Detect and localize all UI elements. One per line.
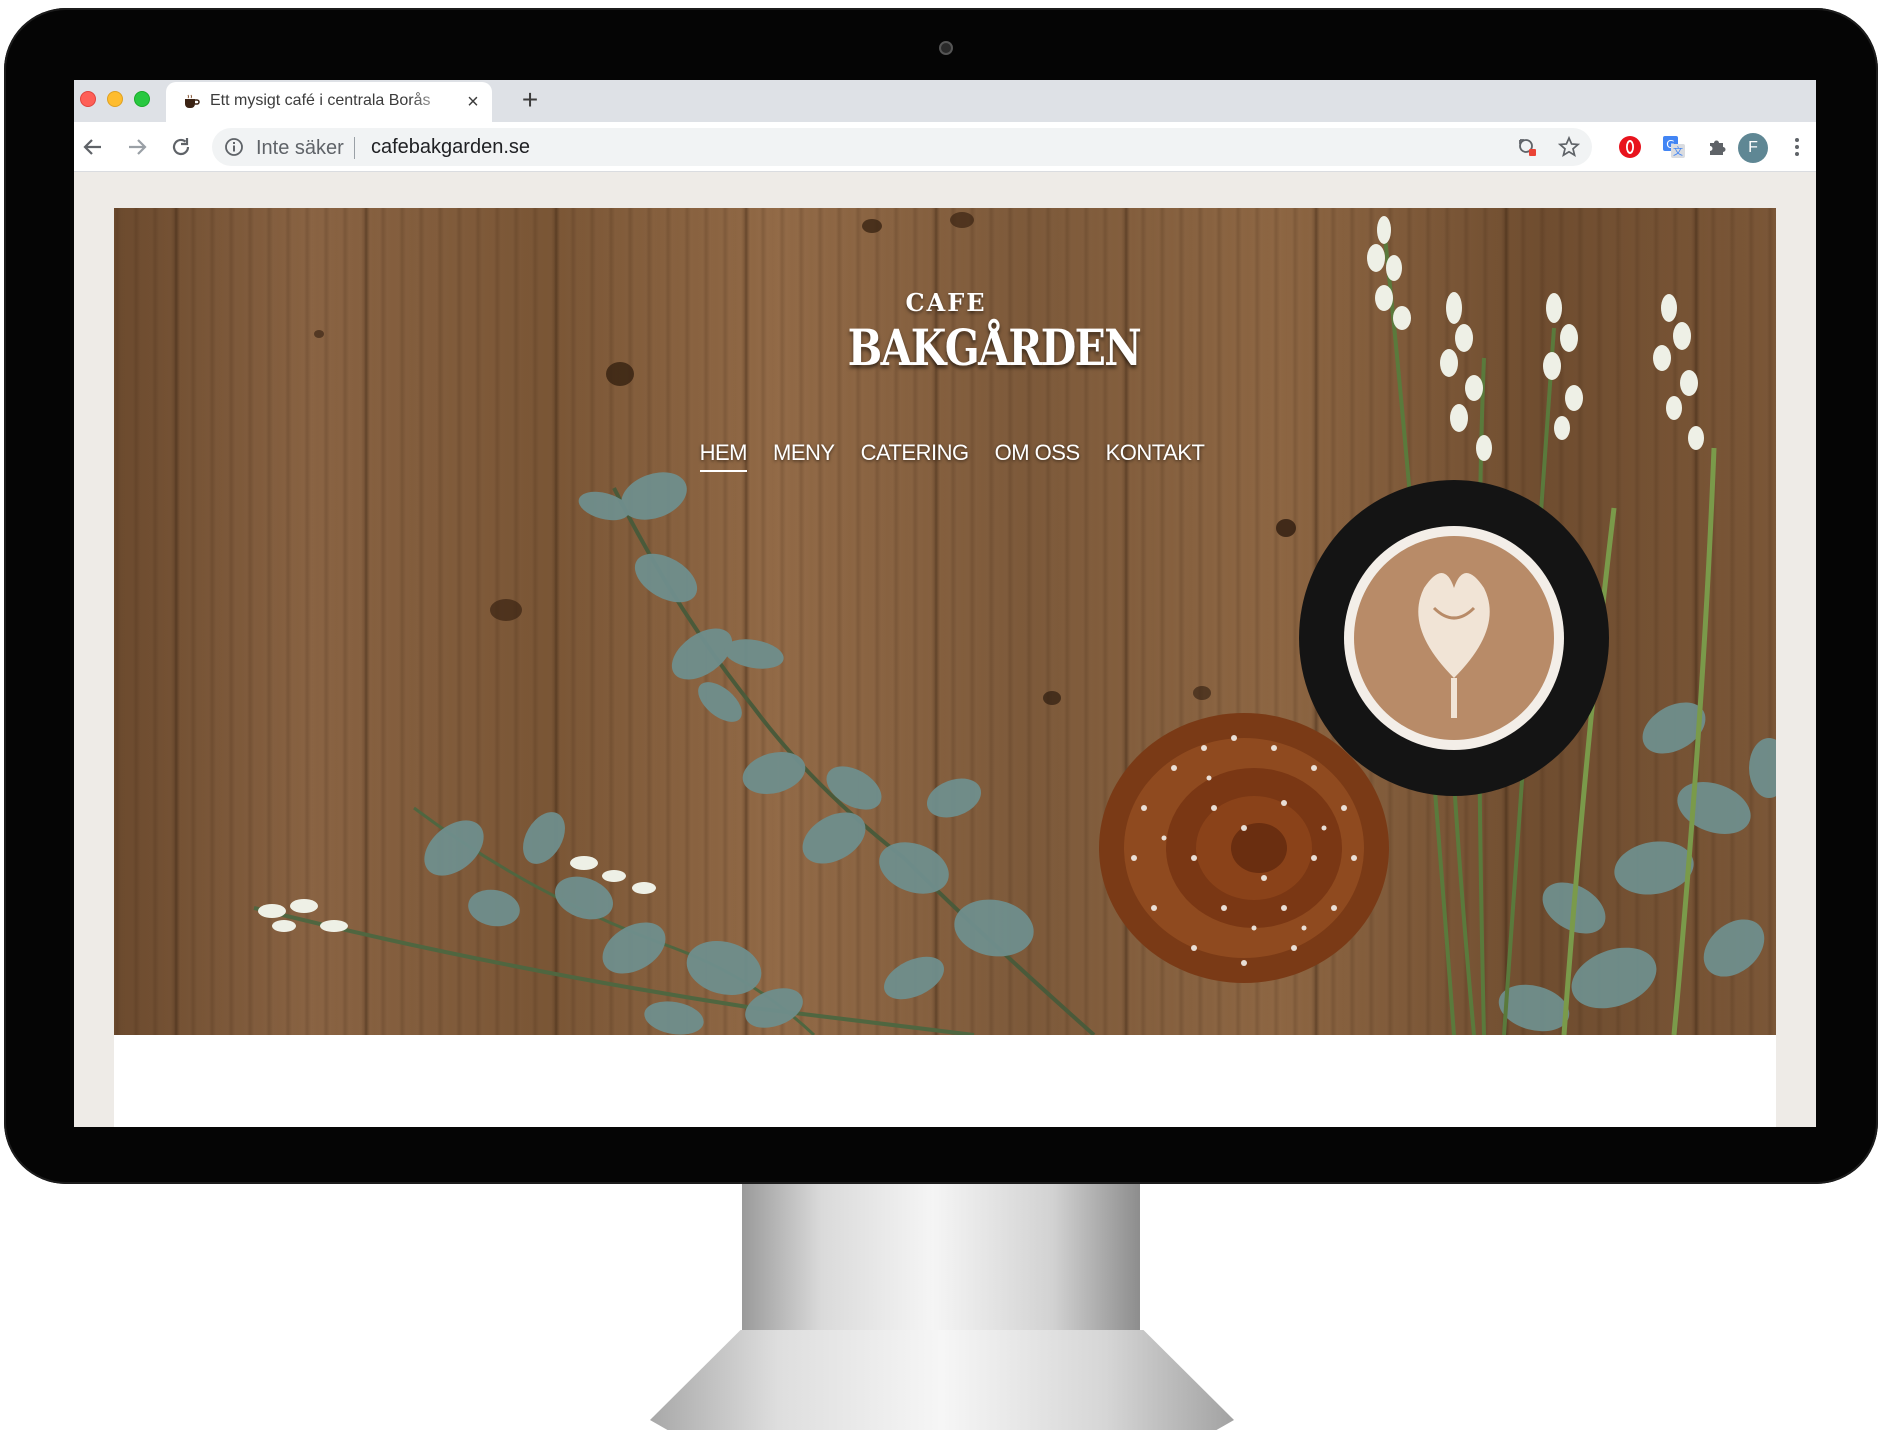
info-icon[interactable] [224,137,244,157]
tab-title: Ett mysigt café i centrala Borås [210,92,431,109]
close-window-button[interactable] [80,91,96,107]
minimize-window-button[interactable] [107,91,123,107]
maximize-window-button[interactable] [134,91,150,107]
browser-window: Ett mysigt café i centrala Borås × + Int… [74,80,1816,1127]
nav-item-catering[interactable]: CATERING [861,440,970,472]
content-area [114,1035,1776,1127]
nav-item-meny[interactable]: MENY [773,440,835,472]
omnibox-separator [354,137,355,159]
tab-close-icon[interactable]: × [462,91,484,113]
site-navigation: HEM MENY CATERING OM OSS KONTAKT [114,440,1776,472]
reload-button[interactable] [168,134,194,160]
nav-item-om-oss[interactable]: OM OSS [995,440,1081,472]
nav-item-hem[interactable]: HEM [699,440,748,472]
kebab-menu-icon[interactable] [1792,135,1802,159]
opera-extension-icon[interactable] [1618,135,1642,159]
browser-toolbar: Inte säker cafebakgarden.se G 文 F [74,122,1816,172]
arrow-right-icon [129,139,147,155]
coffee-cup-icon [185,94,200,108]
arrow-left-icon [83,139,101,155]
tab-strip: Ett mysigt café i centrala Borås × + [74,80,1816,122]
monitor-bezel: Ett mysigt café i centrala Borås × + Int… [4,8,1878,1184]
svg-text:文: 文 [1673,145,1683,158]
star-icon[interactable] [1558,136,1580,158]
google-lens-icon[interactable] [1516,136,1538,158]
nav-item-kontakt[interactable]: KONTAKT [1106,440,1205,472]
page-viewport: CAFE BAKGÅRDEN HEM MENY CATERING OM OSS … [74,172,1816,1127]
security-label[interactable]: Inte säker [256,137,344,160]
address-bar[interactable]: Inte säker cafebakgarden.se [212,128,1592,166]
profile-avatar[interactable]: F [1738,133,1768,163]
monitor-stand-base [650,1330,1234,1430]
reload-icon [172,138,190,156]
translate-extension-icon[interactable]: G 文 [1662,135,1686,159]
hero-banner: CAFE BAKGÅRDEN HEM MENY CATERING OM OSS … [114,208,1776,1035]
puzzle-icon[interactable] [1706,135,1730,159]
back-button[interactable] [80,134,106,160]
tab-active[interactable]: Ett mysigt café i centrala Borås × [166,82,492,122]
url-text[interactable]: cafebakgarden.se [371,136,530,159]
logo-name-text: BAKGÅRDEN [847,318,1142,377]
new-tab-button[interactable]: + [516,86,544,115]
camera-icon [939,41,953,55]
monitor-stand-neck [742,1184,1140,1344]
logo-cafe-text: CAFE [905,288,987,317]
forward-button[interactable] [124,134,150,160]
site-logo[interactable]: CAFE BAKGÅRDEN [826,288,1142,408]
